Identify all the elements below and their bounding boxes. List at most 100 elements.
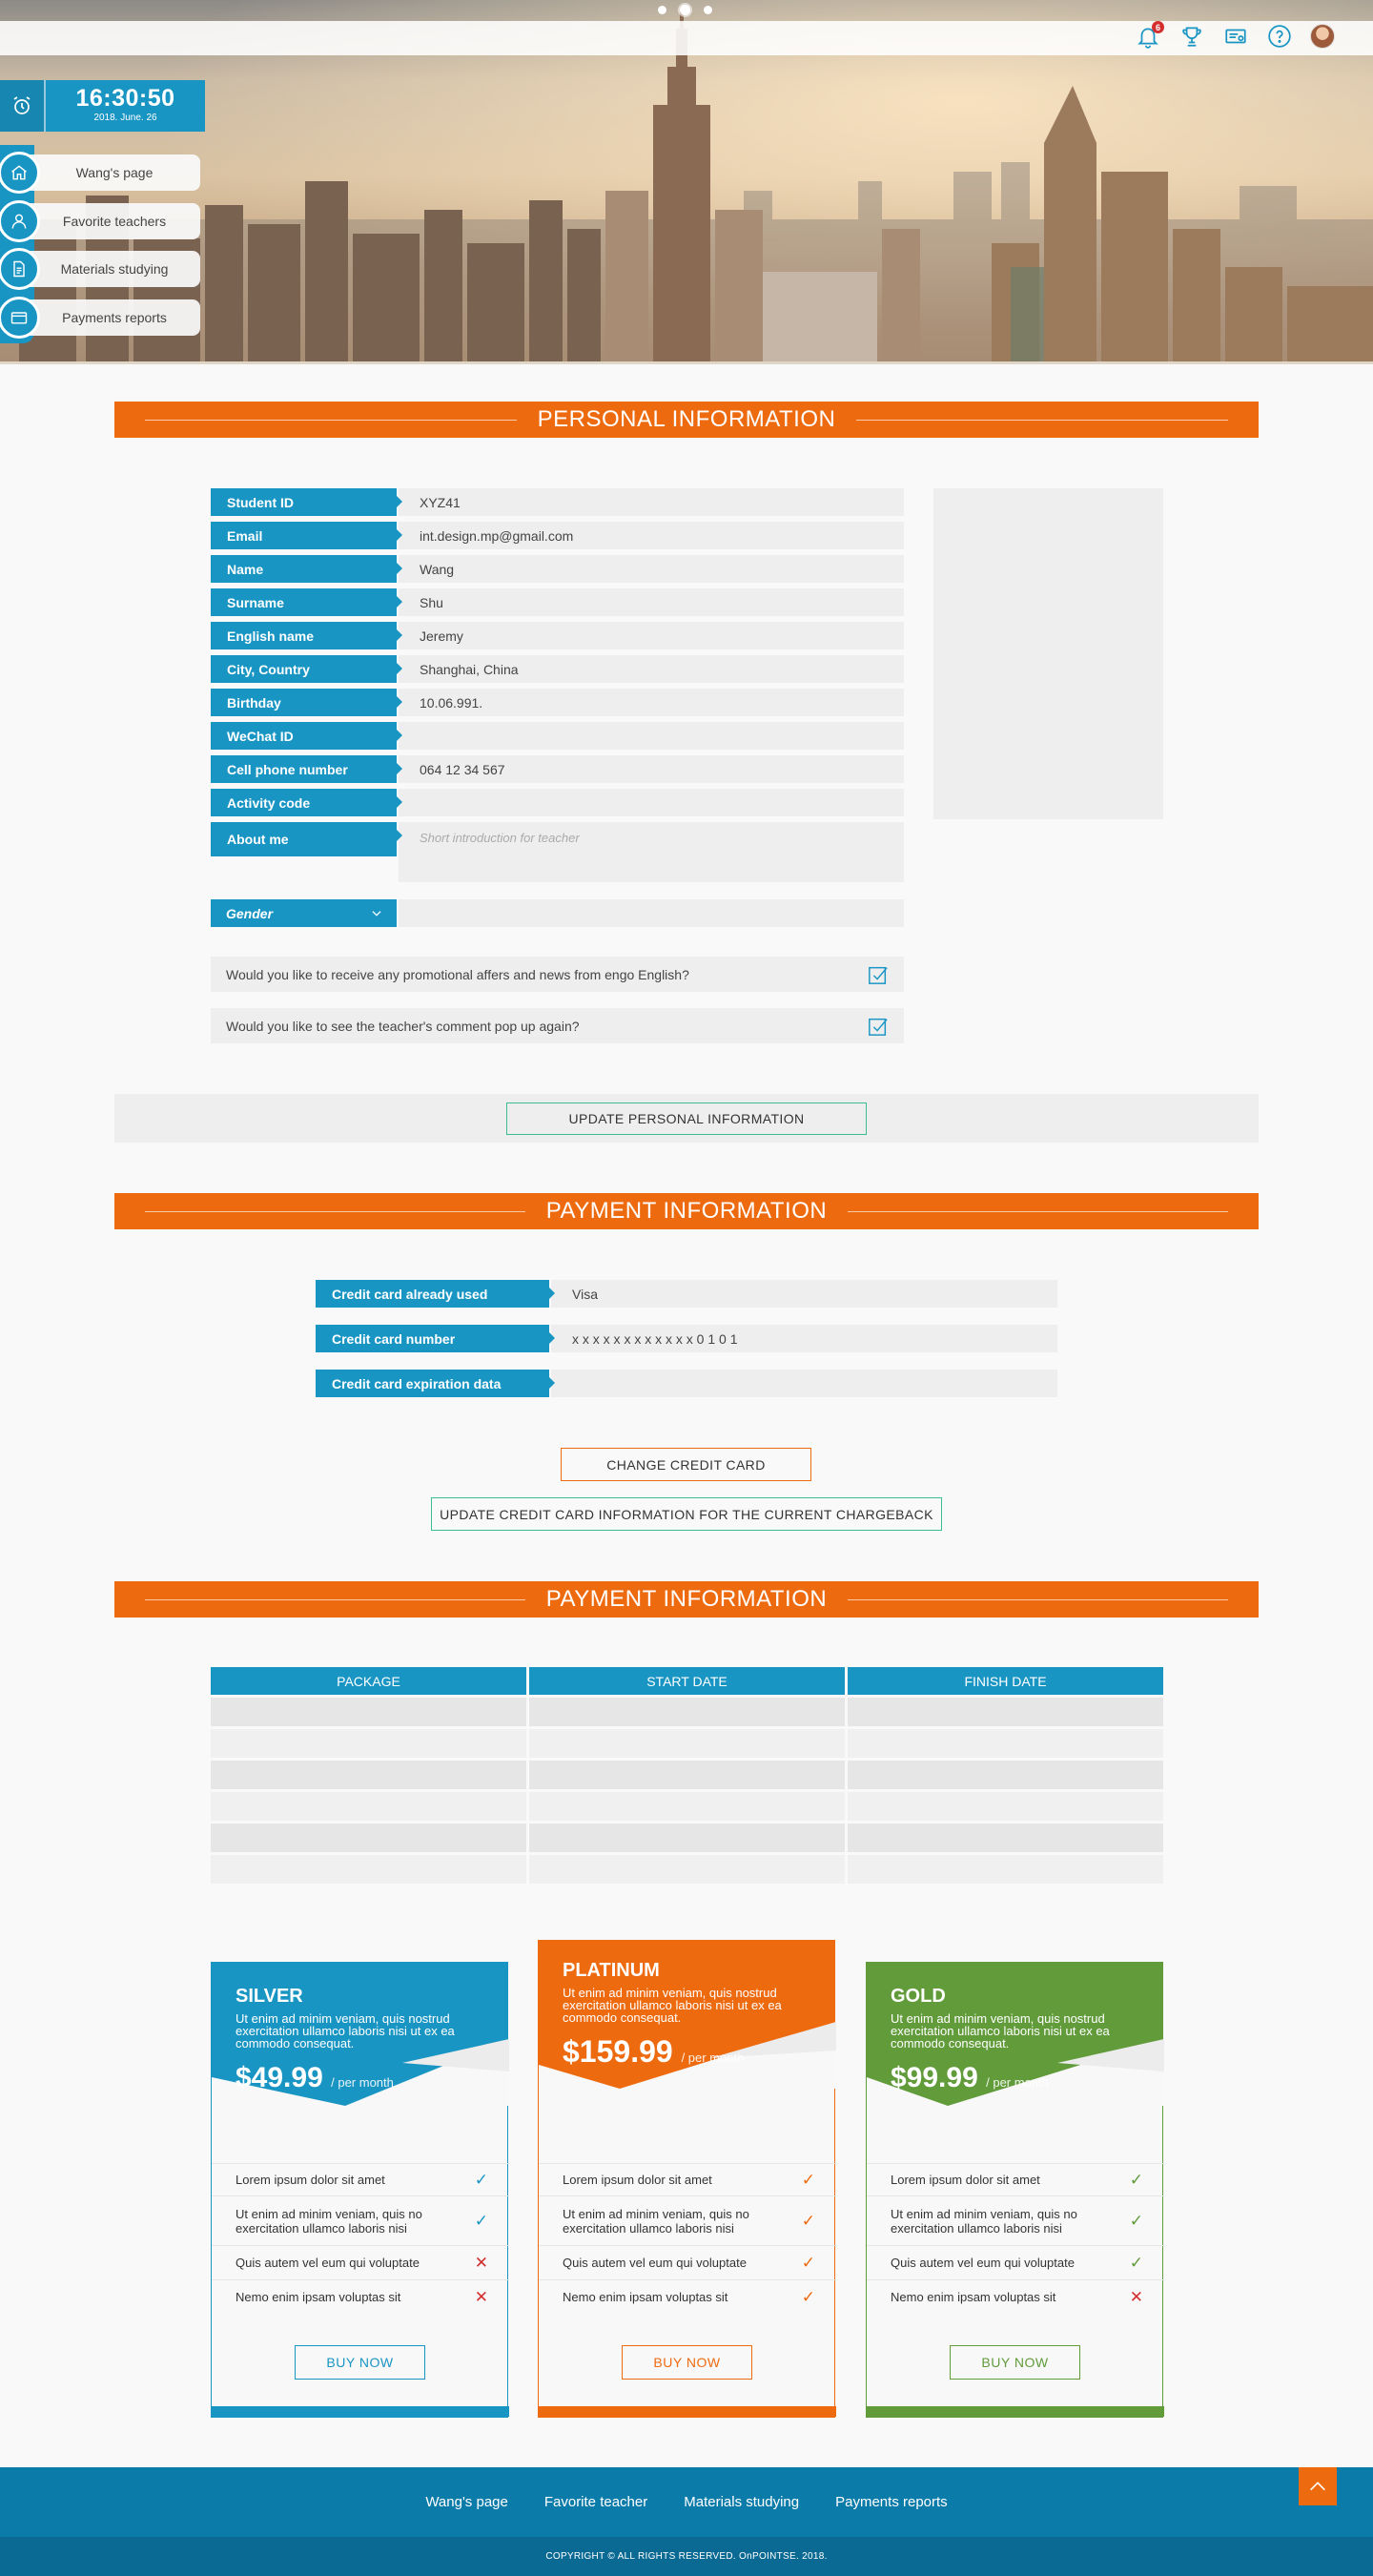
- field-value[interactable]: [399, 722, 904, 750]
- field-credit-card-number: Credit card number x x x x x x x x x x x…: [316, 1325, 1057, 1352]
- checkbox-label: Would you like to receive any promotiona…: [226, 966, 689, 982]
- buy-now-button-platinum[interactable]: BUY NOW: [622, 2345, 752, 2380]
- update-credit-card-chargeback-button[interactable]: UPDATE CREDIT CARD INFORMATION FOR THE C…: [431, 1497, 942, 1531]
- feature-text: Nemo enim ipsam voluptas sit: [563, 2290, 728, 2304]
- buy-now-button-gold[interactable]: BUY NOW: [950, 2345, 1080, 2380]
- help-icon[interactable]: [1266, 23, 1293, 50]
- plan-description: Ut enim ad minim veniam, quis nostrud ex…: [236, 2011, 455, 2050]
- checkbox-checked-icon[interactable]: [868, 964, 889, 985]
- sidebar-item-wangs-page[interactable]: Wang's page: [0, 152, 200, 194]
- field-value[interactable]: int.design.mp@gmail.com: [399, 522, 904, 549]
- change-credit-card-button[interactable]: CHANGE CREDIT CARD: [561, 1448, 811, 1481]
- field-label: Student ID: [211, 488, 402, 516]
- field-value[interactable]: Shu: [399, 588, 904, 616]
- credit-card-icon: [0, 297, 40, 339]
- scroll-to-top-button[interactable]: [1299, 2467, 1337, 2505]
- field-value[interactable]: Wang: [399, 555, 904, 583]
- section-title: PERSONAL INFORMATION: [516, 406, 857, 433]
- bell-icon[interactable]: 6: [1135, 21, 1164, 50]
- column-header-package[interactable]: PACKAGE: [211, 1667, 526, 1695]
- plan-feature-list: Lorem ipsum dolor sit amet ✓ Ut enim ad m…: [867, 2163, 1164, 2314]
- sidebar-item-payments-reports[interactable]: Payments reports: [0, 297, 200, 339]
- plan-feature: Quis autem vel eum qui voluptate ✕: [212, 2245, 509, 2279]
- plan-feature: Ut enim ad minim veniam, quis no exercit…: [867, 2195, 1164, 2245]
- checkbox-label: Would you like to see the teacher's comm…: [226, 1018, 580, 1034]
- plan-price-period: / per month: [681, 2050, 745, 2065]
- feature-text: Ut enim ad minim veniam, quis no exercit…: [891, 2206, 1077, 2236]
- check-icon: ✓: [1129, 2253, 1143, 2272]
- check-icon: ✓: [801, 2170, 815, 2189]
- plan-price-amount: $49.99: [236, 2062, 323, 2093]
- clock-widget: 16:30:50 2018. June. 26: [0, 80, 205, 132]
- table-cell: [848, 1761, 1163, 1789]
- carousel-dot-active[interactable]: [680, 5, 690, 15]
- sidebar-item-materials-studying[interactable]: Materials studying: [0, 248, 200, 290]
- field-value[interactable]: x x x x x x x x x x x x 0 1 0 1: [551, 1325, 1057, 1352]
- column-header-start-date[interactable]: START DATE: [529, 1667, 845, 1695]
- plan-footer-bar: [867, 2406, 1164, 2417]
- check-icon: ✓: [801, 2287, 815, 2306]
- table-row: [211, 1761, 1163, 1789]
- gender-select[interactable]: Gender: [211, 899, 397, 927]
- check-icon: ✓: [801, 2211, 815, 2230]
- feature-text: Lorem ipsum dolor sit amet: [236, 2173, 385, 2187]
- trophy-icon[interactable]: [1178, 23, 1205, 50]
- avatar[interactable]: [1310, 24, 1335, 49]
- payment-history-table: PACKAGE START DATE FINISH DATE: [211, 1667, 1163, 1884]
- gender-value[interactable]: [399, 899, 904, 927]
- field-label: Credit card already used: [316, 1280, 555, 1308]
- checkbox-checked-icon[interactable]: [868, 1016, 889, 1037]
- field-value[interactable]: Jeremy: [399, 622, 904, 649]
- buy-now-button-silver[interactable]: BUY NOW: [295, 2345, 425, 2380]
- table-cell: [211, 1855, 526, 1884]
- table-cell: [529, 1855, 845, 1884]
- plan-feature: Lorem ipsum dolor sit amet ✓: [212, 2163, 509, 2195]
- footer-link-payments-reports[interactable]: Payments reports: [835, 2494, 948, 2510]
- column-header-finish-date[interactable]: FINISH DATE: [848, 1667, 1163, 1695]
- profile-photo-placeholder[interactable]: [933, 488, 1163, 819]
- certificate-icon[interactable]: [1222, 23, 1249, 50]
- table-cell: [848, 1698, 1163, 1726]
- update-personal-information-button[interactable]: UPDATE PERSONAL INFORMATION: [506, 1103, 867, 1135]
- table-row: [211, 1855, 1163, 1884]
- teacher-comment-popup-row[interactable]: Would you like to see the teacher's comm…: [211, 1008, 904, 1043]
- footer-link-favorite-teacher[interactable]: Favorite teacher: [544, 2494, 647, 2510]
- cross-icon: ✕: [1129, 2287, 1143, 2306]
- footer-link-materials-studying[interactable]: Materials studying: [684, 2494, 799, 2510]
- promo-consent-row[interactable]: Would you like to receive any promotiona…: [211, 957, 904, 992]
- field-english-name: English name Jeremy: [211, 622, 904, 649]
- field-surname: Surname Shu: [211, 588, 904, 616]
- table-row: [211, 1729, 1163, 1758]
- check-icon: ✓: [1129, 2170, 1143, 2189]
- table-row: [211, 1792, 1163, 1821]
- table-cell: [848, 1824, 1163, 1852]
- plan-feature: Lorem ipsum dolor sit amet ✓: [867, 2163, 1164, 2195]
- carousel-dot[interactable]: [658, 6, 666, 14]
- field-value[interactable]: 10.06.991.: [399, 689, 904, 716]
- field-value[interactable]: 064 12 34 567: [399, 755, 904, 783]
- field-wechat-id: WeChat ID: [211, 722, 904, 750]
- plan-price-period: / per month: [331, 2075, 394, 2090]
- field-value[interactable]: [551, 1370, 1057, 1397]
- table-cell: [848, 1792, 1163, 1821]
- field-value[interactable]: XYZ41: [399, 488, 904, 516]
- sidebar-item-favorite-teachers[interactable]: Favorite teachers: [0, 200, 200, 242]
- field-label: Birthday: [211, 689, 402, 716]
- field-value[interactable]: Shanghai, China: [399, 655, 904, 683]
- field-value[interactable]: [399, 789, 904, 816]
- plan-feature-list: Lorem ipsum dolor sit amet ✓ Ut enim ad m…: [212, 2163, 509, 2314]
- sidebar-item-label: Favorite teachers: [29, 203, 200, 239]
- footer-link-wangs-page[interactable]: Wang's page: [425, 2494, 508, 2510]
- table-cell: [211, 1729, 526, 1758]
- feature-text: Quis autem vel eum qui voluptate: [563, 2256, 747, 2270]
- field-label: Email: [211, 522, 402, 549]
- plan-name: SILVER: [236, 1986, 303, 2007]
- feature-text: Quis autem vel eum qui voluptate: [236, 2256, 420, 2270]
- personal-information-header: PERSONAL INFORMATION: [114, 402, 1259, 438]
- about-me-textarea[interactable]: Short introduction for teacher: [399, 822, 904, 882]
- footer-nav: Wang's page Favorite teacher Materials s…: [0, 2494, 1373, 2510]
- field-value[interactable]: Visa: [551, 1280, 1057, 1308]
- table-cell: [211, 1761, 526, 1789]
- field-label: Name: [211, 555, 402, 583]
- carousel-dot[interactable]: [704, 6, 712, 14]
